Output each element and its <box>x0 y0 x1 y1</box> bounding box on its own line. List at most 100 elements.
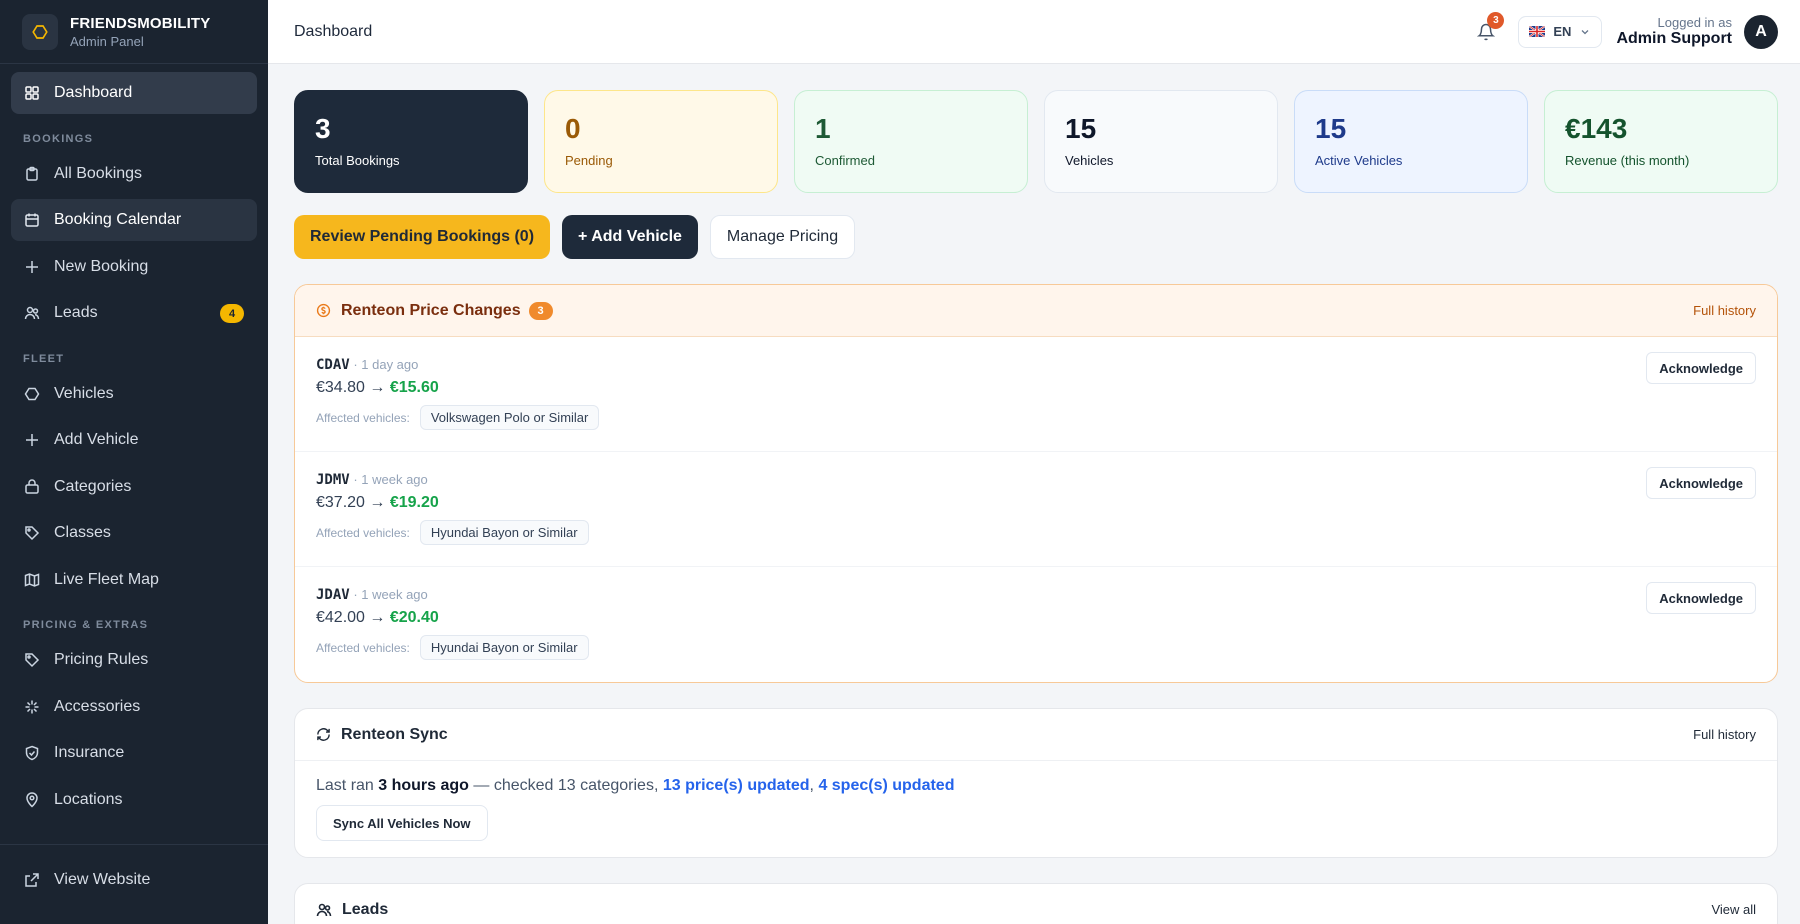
stat-value: €143 <box>1565 113 1628 144</box>
tag-icon <box>24 652 40 668</box>
sync-text-part: Last ran <box>316 777 379 794</box>
sidebar-item-locations[interactable]: Locations <box>11 779 257 821</box>
stat-card-revenue[interactable]: €143 Revenue (this month) <box>1544 90 1778 193</box>
refresh-icon <box>317 728 330 741</box>
sidebar-item-classes[interactable]: Classes <box>11 512 257 554</box>
sidebar-item-dashboard[interactable]: Dashboard <box>11 72 257 114</box>
sidebar-item-label: All Bookings <box>54 164 143 182</box>
price-change-old: €34.80 → <box>316 379 390 396</box>
price-changes-count-badge: 3 <box>528 301 553 320</box>
stat-value: 1 <box>815 113 831 144</box>
logged-in-label: Logged in as <box>1657 15 1732 30</box>
stat-value: 0 <box>565 113 581 144</box>
plus-icon <box>24 432 40 448</box>
avatar[interactable]: A <box>1744 14 1778 49</box>
sync-text-part: — checked 13 categories, <box>468 777 663 794</box>
renteon-sync-title: Renteon Sync <box>341 725 448 743</box>
briefcase-icon <box>24 478 40 495</box>
affected-vehicle-chip: Hyundai Bayon or Similar <box>419 635 589 660</box>
sync-last-ran: 3 hours ago <box>378 777 469 794</box>
stat-card-active-vehicles[interactable]: 15 Active Vehicles <box>1294 90 1528 193</box>
leads-header: Leads View all <box>295 884 1777 924</box>
add-vehicle-button[interactable]: + Add Vehicle <box>562 215 698 259</box>
sidebar-item-label: Pricing Rules <box>54 651 149 668</box>
manage-pricing-button[interactable]: Manage Pricing <box>709 215 856 259</box>
user-info: Logged in as Admin Support <box>1616 15 1732 48</box>
page-title: Dashboard <box>294 22 373 40</box>
price-change-old: €37.20 → <box>316 494 390 511</box>
hexagon-icon <box>24 386 40 402</box>
stats-row: 3 Total Bookings 0 Pending 1 Confirmed 1… <box>294 90 1778 193</box>
sidebar-item-pricing-rules[interactable]: Pricing Rules <box>11 639 257 681</box>
acknowledge-button[interactable]: Acknowledge <box>1646 352 1756 384</box>
stat-label: Total Bookings <box>315 153 400 168</box>
shield-icon <box>24 745 40 761</box>
users-icon <box>316 903 332 916</box>
sidebar-item-label: Accessories <box>54 697 141 715</box>
sidebar-item-label: Categories <box>54 477 132 495</box>
sidebar-item-label: Dashboard <box>54 84 133 101</box>
top-header: Dashboard 3 EN Logged in as Admin Suppor… <box>268 0 1800 64</box>
price-change-code: JDAV <box>316 587 350 603</box>
sidebar-item-categories[interactable]: Categories <box>11 466 257 508</box>
stat-label: Confirmed <box>815 153 875 168</box>
sidebar-item-add-vehicle[interactable]: Add Vehicle <box>11 419 257 461</box>
stat-card-vehicles[interactable]: 15 Vehicles <box>1044 90 1278 193</box>
stat-label: Pending <box>565 153 613 168</box>
stat-card-total-bookings[interactable]: 3 Total Bookings <box>294 90 528 193</box>
renteon-sync-full-history-link[interactable]: Full history <box>1693 727 1756 742</box>
sync-specs-updated-link[interactable]: 4 spec(s) updated <box>818 777 954 794</box>
price-change-new: €19.20 <box>389 494 439 511</box>
plus-icon <box>24 259 40 275</box>
sidebar-item-accessories[interactable]: Accessories <box>11 686 257 728</box>
sidebar-item-leads[interactable]: Leads 4 <box>11 292 257 334</box>
sidebar-item-label: Leads <box>54 304 98 321</box>
stat-value: 3 <box>315 113 331 144</box>
nav-section-pricing: PRICING & EXTRAS <box>23 619 149 631</box>
sidebar-item-label: Classes <box>54 524 111 541</box>
sync-all-vehicles-button[interactable]: Sync All Vehicles Now <box>316 805 488 841</box>
external-link-icon <box>24 872 40 888</box>
sidebar: FRIENDSMOBILITY Admin Panel Dashboard BO… <box>0 0 268 924</box>
tag-icon <box>24 525 40 541</box>
users-icon <box>24 305 40 321</box>
leads-view-all-link[interactable]: View all <box>1711 902 1756 917</box>
stat-card-pending[interactable]: 0 Pending <box>544 90 778 193</box>
renteon-sync-header: Renteon Sync Full history <box>295 709 1777 761</box>
review-pending-bookings-button[interactable]: Review Pending Bookings (0) <box>294 215 551 259</box>
sidebar-item-insurance[interactable]: Insurance <box>11 732 257 774</box>
nav-section-fleet: FLEET <box>23 352 65 365</box>
price-changes-full-history-link[interactable]: Full history <box>1693 303 1756 318</box>
stat-label: Active Vehicles <box>1315 153 1403 168</box>
sidebar-item-view-website[interactable]: View Website <box>11 859 257 901</box>
sidebar-item-label: Add Vehicle <box>54 431 139 448</box>
sidebar-item-live-fleet-map[interactable]: Live Fleet Map <box>11 559 257 601</box>
price-change-new: €20.40 <box>389 609 439 626</box>
acknowledge-button[interactable]: Acknowledge <box>1646 467 1756 499</box>
price-change-row: JDMV · 1 week ago €37.20 → €19.20 Affect… <box>295 452 1777 567</box>
stat-value: 15 <box>1065 113 1097 144</box>
sidebar-item-vehicles[interactable]: Vehicles <box>11 373 257 415</box>
sidebar-item-booking-calendar[interactable]: Booking Calendar <box>11 199 257 241</box>
stat-card-confirmed[interactable]: 1 Confirmed <box>794 90 1028 193</box>
notifications-button[interactable]: 3 <box>1472 11 1505 46</box>
price-change-time: · 1 week ago <box>349 472 428 487</box>
brand[interactable]: FRIENDSMOBILITY Admin Panel <box>0 0 268 64</box>
sidebar-footer: View Website <box>0 844 268 920</box>
sidebar-item-all-bookings[interactable]: All Bookings <box>11 153 257 195</box>
affected-vehicle-chip: Hyundai Bayon or Similar <box>419 520 589 545</box>
leads-card: Leads View all <box>294 883 1778 924</box>
nav-section-bookings: BOOKINGS <box>23 132 94 145</box>
language-selector[interactable]: EN <box>1518 15 1603 48</box>
acknowledge-button[interactable]: Acknowledge <box>1646 582 1756 614</box>
calendar-icon <box>24 212 40 228</box>
affected-vehicle-chip: Volkswagen Polo or Similar <box>419 405 600 430</box>
sidebar-item-new-booking[interactable]: New Booking <box>11 246 257 288</box>
price-change-row: JDAV · 1 week ago €42.00 → €20.40 Affect… <box>295 567 1777 682</box>
brand-name: FRIENDSMOBILITY <box>70 14 211 32</box>
leads-count-badge: 4 <box>220 304 244 323</box>
map-icon <box>24 572 40 588</box>
sync-prices-updated-link[interactable]: 13 price(s) updated <box>663 777 810 794</box>
price-change-code: CDAV <box>316 357 350 373</box>
price-changes-title: Renteon Price Changes <box>341 301 521 319</box>
